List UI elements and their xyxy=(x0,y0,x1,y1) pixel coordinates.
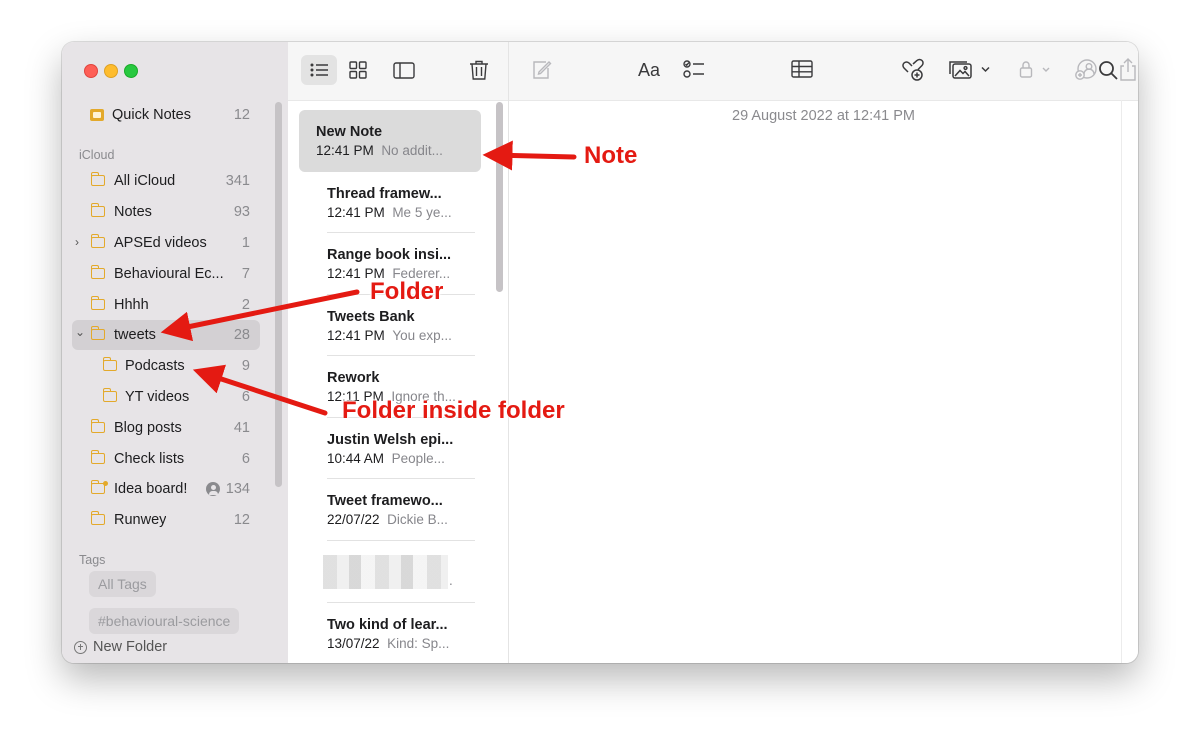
annotation-folder-inside-folder: Folder inside folder xyxy=(342,397,565,424)
folder-icon xyxy=(90,326,105,340)
gallery-view-icon xyxy=(349,61,367,79)
shared-person-icon xyxy=(206,482,220,496)
sidebar-scrollbar[interactable] xyxy=(275,102,282,487)
note-date: 29 August 2022 at 12:41 PM xyxy=(732,108,915,124)
notes-window: Quick Notes 12 iCloud All iCloud 341 Not… xyxy=(62,42,1138,663)
folder-icon xyxy=(90,450,105,464)
media-icon[interactable] xyxy=(948,58,996,82)
editor-scroll-track xyxy=(1121,100,1122,663)
sidebar-item-tweets[interactable]: ⌄ tweets 28 xyxy=(72,320,260,350)
delete-note-button[interactable] xyxy=(461,55,497,85)
folder-icon xyxy=(90,172,105,186)
sidebar-item-podcasts[interactable]: Podcasts 9 xyxy=(72,351,260,381)
folder-icon xyxy=(90,265,105,279)
folder-icon xyxy=(102,388,117,402)
note-editor[interactable]: Aa 29 August 2022 at 12:41 PM xyxy=(509,42,1138,663)
new-folder-button[interactable]: New Folder xyxy=(74,639,167,655)
sidebar-item-apsed-videos[interactable]: › APSEd videos 1 xyxy=(72,228,260,258)
share-people-icon[interactable] xyxy=(1073,58,1099,82)
checklist-icon[interactable] xyxy=(682,57,706,81)
note-row[interactable]: New Note 12:41 PM No addit... xyxy=(299,110,481,172)
annotation-folder: Folder xyxy=(370,278,444,305)
sidebar-item-blog-posts[interactable]: Blog posts 41 xyxy=(72,413,260,443)
sidebar-item-quick-notes[interactable]: Quick Notes 12 xyxy=(72,100,260,130)
folder-icon xyxy=(90,203,105,217)
note-row-blurred[interactable]: . xyxy=(299,541,481,603)
sidebar-item-yt-videos[interactable]: YT videos 6 xyxy=(72,382,260,412)
collaborate-icon[interactable] xyxy=(900,57,926,83)
search-icon[interactable] xyxy=(1097,59,1121,83)
sidebar-toggle-button[interactable] xyxy=(386,55,422,85)
icloud-section-header: iCloud xyxy=(79,148,115,162)
folder-icon xyxy=(102,357,117,371)
sidebar-toggle-icon xyxy=(393,62,415,79)
note-row[interactable]: Two kind of lear... 13/07/22 Kind: Sp... xyxy=(299,603,481,663)
trash-icon xyxy=(470,60,488,80)
sidebar: Quick Notes 12 iCloud All iCloud 341 Not… xyxy=(62,42,288,663)
shared-badge-icon xyxy=(103,481,108,486)
notes-list: New Note 12:41 PM No addit... Thread fra… xyxy=(288,42,509,663)
note-row[interactable]: Justin Welsh epi... 10:44 AM People... xyxy=(299,418,481,480)
list-view-icon xyxy=(310,63,328,77)
close-window-button[interactable] xyxy=(84,64,98,78)
tag-all-tags[interactable]: All Tags xyxy=(89,571,156,597)
folder-icon xyxy=(90,234,105,248)
quick-notes-icon xyxy=(90,109,104,121)
sidebar-item-notes[interactable]: Notes 93 xyxy=(72,197,260,227)
editor-toolbar: Aa xyxy=(509,42,1138,101)
sidebar-item-check-lists[interactable]: Check lists 6 xyxy=(72,444,260,474)
notes-list-scrollbar[interactable] xyxy=(496,102,503,292)
gallery-view-button[interactable] xyxy=(340,55,376,85)
folder-icon xyxy=(90,296,105,310)
tag-behavioural-science[interactable]: #behavioural-science xyxy=(89,608,240,634)
list-toolbar xyxy=(288,42,508,101)
format-text-icon[interactable]: Aa xyxy=(638,60,660,81)
sidebar-item-hhhh[interactable]: Hhhh 2 xyxy=(72,290,260,320)
sidebar-item-behavioural-ec[interactable]: Behavioural Ec... 7 xyxy=(72,259,260,289)
sidebar-item-runwey[interactable]: Runwey 12 xyxy=(72,505,260,535)
note-row[interactable]: Thread framew... 12:41 PM Me 5 ye... xyxy=(299,172,481,234)
minimize-window-button[interactable] xyxy=(104,64,118,78)
table-icon[interactable] xyxy=(790,58,814,80)
list-view-button[interactable] xyxy=(301,55,337,85)
sidebar-item-all-icloud[interactable]: All iCloud 341 xyxy=(72,166,260,196)
chevron-right-icon[interactable]: › xyxy=(75,235,79,249)
sidebar-item-idea-board[interactable]: Idea board! 134 xyxy=(72,474,260,504)
chevron-down-icon[interactable]: ⌄ xyxy=(75,325,85,339)
note-row[interactable]: Tweet framewo... 22/07/22 Dickie B... xyxy=(299,479,481,541)
lock-icon[interactable] xyxy=(1016,58,1056,82)
compose-icon[interactable] xyxy=(530,59,552,81)
annotation-note: Note xyxy=(584,142,638,169)
folder-icon xyxy=(90,511,105,525)
zoom-window-button[interactable] xyxy=(124,64,138,78)
tags-section-header: Tags xyxy=(79,553,106,567)
plus-circle-icon xyxy=(74,640,87,654)
folder-icon xyxy=(90,419,105,433)
